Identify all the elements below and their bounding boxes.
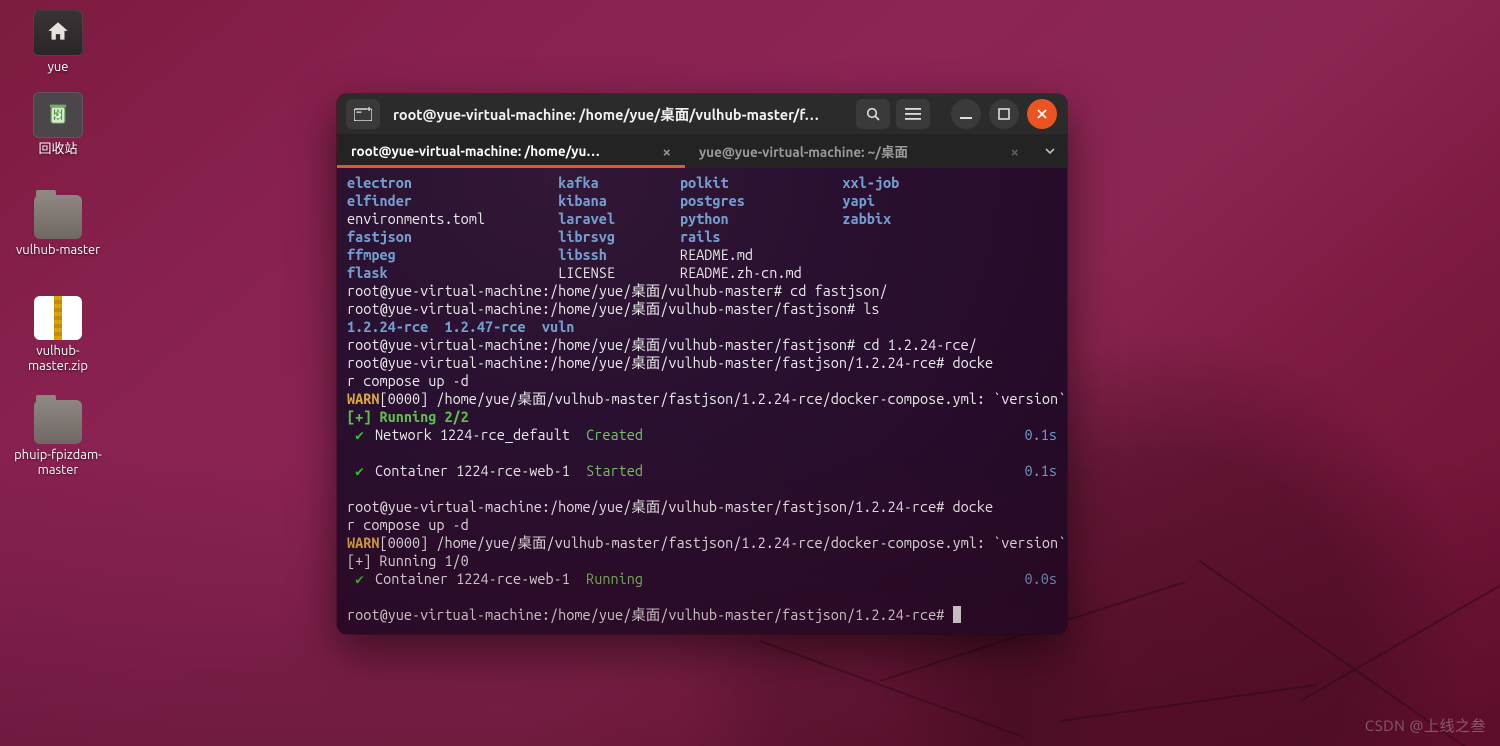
new-tab-button[interactable] [346,99,380,129]
tab-dropdown-button[interactable] [1033,134,1067,168]
maximize-button[interactable] [989,99,1019,129]
close-icon[interactable]: × [663,143,671,160]
desktop: yue 回收站 vulhub-master vulhub-master.zip phui… [0,0,1500,746]
home-icon [33,10,83,56]
terminal-body[interactable]: electron kafka polkit xxl-job elfinder k… [337,168,1067,634]
menu-button[interactable] [896,99,930,129]
window-title: root@yue-virtual-machine: /home/yue/桌面/v… [383,104,853,125]
desktop-icon-folder2[interactable]: phuip-fpizdam-master [8,400,108,478]
desktop-icon-label: vulhub-master.zip [8,344,108,374]
desktop-icon-trash[interactable]: 回收站 [8,92,108,157]
zip-icon [34,296,82,340]
close-button[interactable] [1027,99,1057,129]
tab-label: yue@yue-virtual-machine: ~/桌面 [699,141,1003,161]
window-titlebar[interactable]: root@yue-virtual-machine: /home/yue/桌面/v… [337,94,1067,134]
terminal-output: electron kafka polkit xxl-job elfinder k… [347,174,1057,624]
terminal-tab-active[interactable]: root@yue-virtual-machine: /home/yu… × [337,134,685,168]
tab-bar: root@yue-virtual-machine: /home/yu… × yu… [337,134,1067,168]
tab-label: root@yue-virtual-machine: /home/yu… [351,143,655,159]
desktop-icon-label: vulhub-master [8,243,108,258]
folder-icon [34,195,82,239]
desktop-icon-zip[interactable]: vulhub-master.zip [8,296,108,374]
desktop-icon-folder1[interactable]: vulhub-master [8,195,108,258]
folder-icon [34,400,82,444]
terminal-window: root@yue-virtual-machine: /home/yue/桌面/v… [337,94,1067,634]
search-button[interactable] [856,99,890,129]
desktop-icon-home[interactable]: yue [8,10,108,75]
minimize-button[interactable] [951,99,981,129]
close-icon[interactable]: × [1011,143,1019,160]
desktop-icon-label: phuip-fpizdam-master [8,448,108,478]
desktop-icon-label: 回收站 [8,142,108,157]
desktop-icon-label: yue [8,60,108,75]
terminal-tab-inactive[interactable]: yue@yue-virtual-machine: ~/桌面 × [685,134,1033,168]
watermark: CSDN @上线之叁 [1365,715,1486,736]
trash-icon [33,92,83,138]
